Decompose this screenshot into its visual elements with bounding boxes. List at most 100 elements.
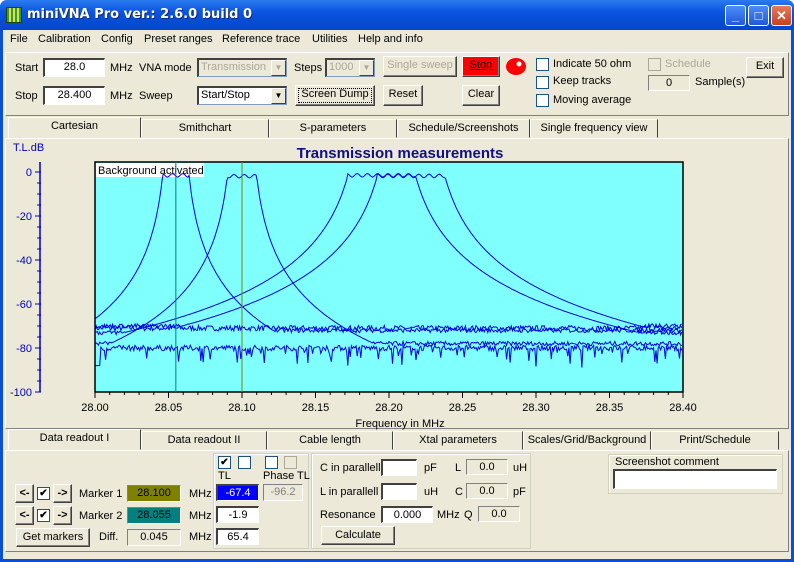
- reset-button[interactable]: Reset: [383, 85, 423, 106]
- q-result-value: 0.0: [478, 506, 520, 522]
- indicate-50-ohm-checkbox[interactable]: [536, 58, 549, 71]
- sweep-select[interactable]: Start/Stop ▼: [197, 86, 287, 105]
- marker2-right-button[interactable]: ->: [53, 506, 72, 525]
- marker1-left-button[interactable]: <-: [15, 484, 34, 503]
- start-frequency-input[interactable]: 28.0: [43, 58, 105, 77]
- phase-tl-label: Phase TL: [263, 470, 310, 482]
- c-result-label: C: [455, 486, 463, 498]
- title-bar: miniVNA Pro ver.: 2.6.0 build 0 _ □ ✕: [0, 0, 794, 30]
- marker1-label: Marker 1: [79, 488, 123, 500]
- marker2-checkbox[interactable]: ✔: [37, 509, 50, 522]
- chevron-down-icon: ▼: [271, 88, 286, 104]
- minimize-button[interactable]: _: [725, 5, 746, 26]
- start-label: Start: [15, 62, 39, 74]
- tl-label: TL: [218, 470, 231, 482]
- start-unit: MHz: [110, 62, 133, 74]
- moving-average-checkbox[interactable]: [536, 94, 549, 107]
- diff-unit: MHz: [189, 531, 212, 543]
- tl-checkbox[interactable]: ✔: [218, 456, 231, 469]
- x-tick-label: 28.25: [449, 402, 477, 414]
- samples-label: Sample(s): [695, 76, 746, 88]
- x-tick-label: 28.35: [596, 402, 624, 414]
- marker1-unit: MHz: [189, 488, 212, 500]
- c-parallel-input[interactable]: [381, 459, 417, 476]
- tl-diff-value: 65.4: [216, 528, 259, 545]
- marker1-frequency: 28.100: [127, 485, 181, 502]
- marker1-phase-value: -96.2: [263, 484, 303, 501]
- x-tick-label: 28.00: [81, 402, 109, 414]
- menu-preset-ranges[interactable]: Preset ranges: [144, 33, 212, 45]
- y-tick-label: -100: [10, 387, 32, 399]
- close-icon: ✕: [776, 8, 787, 23]
- app-icon: [6, 7, 22, 23]
- stop-unit: MHz: [110, 90, 133, 102]
- maximize-icon: □: [754, 8, 763, 23]
- phase-tl-checkbox[interactable]: [265, 456, 278, 469]
- diff-label: Diff.: [99, 531, 119, 543]
- single-sweep-button[interactable]: Single sweep: [383, 56, 457, 77]
- tab-cable-length[interactable]: Cable length: [267, 431, 393, 450]
- phase-tl-secondary-checkbox: [284, 456, 297, 469]
- screenshot-comment-input[interactable]: [613, 469, 777, 489]
- x-tick-label: 28.20: [375, 402, 403, 414]
- sweep-label: Sweep: [139, 90, 173, 102]
- menu-help-and-info[interactable]: Help and info: [358, 33, 423, 45]
- schedule-checkbox: [648, 58, 661, 71]
- screen-dump-button[interactable]: Screen Dump: [295, 85, 375, 106]
- moving-average-label: Moving average: [553, 94, 632, 106]
- stop-frequency-input[interactable]: 28.400: [43, 86, 105, 105]
- menu-utilities[interactable]: Utilities: [312, 33, 347, 45]
- l-parallel-unit: uH: [424, 486, 439, 498]
- vna-mode-value: Transmission: [201, 61, 266, 73]
- x-tick-label: 28.40: [669, 402, 697, 414]
- marker1-tl-value: -67.4: [216, 484, 259, 501]
- main-window: miniVNA Pro ver.: 2.6.0 build 0 _ □ ✕ Fi…: [0, 0, 794, 562]
- chart-title: Transmission measurements: [297, 145, 504, 162]
- tab-xtal-parameters[interactable]: Xtal parameters: [393, 431, 523, 450]
- keep-tracks-checkbox[interactable]: [536, 76, 549, 89]
- steps-value: 1000: [329, 61, 354, 73]
- menu-config[interactable]: Config: [101, 33, 133, 45]
- steps-label: Steps: [294, 62, 323, 74]
- l-result-unit: uH: [513, 462, 528, 474]
- marker1-checkbox[interactable]: ✔: [37, 487, 50, 500]
- tab-data-readout-2[interactable]: Data readout II: [141, 431, 267, 450]
- calculate-button[interactable]: Calculate: [321, 526, 395, 545]
- tl-secondary-checkbox[interactable]: [238, 456, 251, 469]
- menu-calibration[interactable]: Calibration: [38, 33, 91, 45]
- marker2-unit: MHz: [189, 510, 212, 522]
- c-result-value: 0.0: [466, 483, 508, 499]
- indicate-50-ohm-label: Indicate 50 ohm: [553, 58, 632, 70]
- resonance-input[interactable]: 0.000: [381, 506, 433, 523]
- menu-reference-trace[interactable]: Reference trace: [222, 33, 300, 45]
- stop-button[interactable]: Stop: [462, 56, 500, 77]
- marker2-left-button[interactable]: <-: [15, 506, 34, 525]
- background-activated-annotation: Background activated: [98, 165, 204, 177]
- x-tick-label: 28.10: [228, 402, 256, 414]
- l-parallel-input[interactable]: [381, 483, 417, 500]
- close-button[interactable]: ✕: [771, 5, 792, 26]
- tab-cartesian[interactable]: Cartesian: [8, 117, 141, 138]
- marker1-right-button[interactable]: ->: [53, 484, 72, 503]
- resonance-label: Resonance: [320, 509, 376, 521]
- tab-print-schedule[interactable]: Print/Schedule: [651, 431, 779, 450]
- marker-diff-frequency: 0.045: [127, 529, 181, 546]
- y-axis-label: T.L.dB: [13, 142, 44, 154]
- menu-file[interactable]: File: [10, 33, 28, 45]
- readout-tabs: Data readout I Data readout II Cable len…: [3, 429, 791, 451]
- c-parallel-unit: pF: [424, 462, 437, 474]
- c-parallel-label: C in parallell: [320, 462, 381, 474]
- samples-count: 0: [648, 75, 690, 91]
- exit-button[interactable]: Exit: [746, 57, 784, 78]
- maximize-button[interactable]: □: [748, 5, 769, 26]
- vna-mode-select: Transmission ▼: [197, 58, 287, 77]
- get-markers-button[interactable]: Get markers: [16, 528, 90, 547]
- tab-scales-grid-background[interactable]: Scales/Grid/Background: [523, 431, 651, 450]
- marker2-frequency: 28.055: [127, 507, 181, 524]
- x-tick-label: 28.30: [522, 402, 550, 414]
- tab-data-readout-1[interactable]: Data readout I: [8, 429, 141, 450]
- l-parallel-label: L in parallell: [320, 486, 379, 498]
- clear-button[interactable]: Clear: [462, 85, 500, 106]
- screenshot-comment-label: Screenshot comment: [615, 456, 719, 468]
- l-result-label: L: [455, 462, 462, 474]
